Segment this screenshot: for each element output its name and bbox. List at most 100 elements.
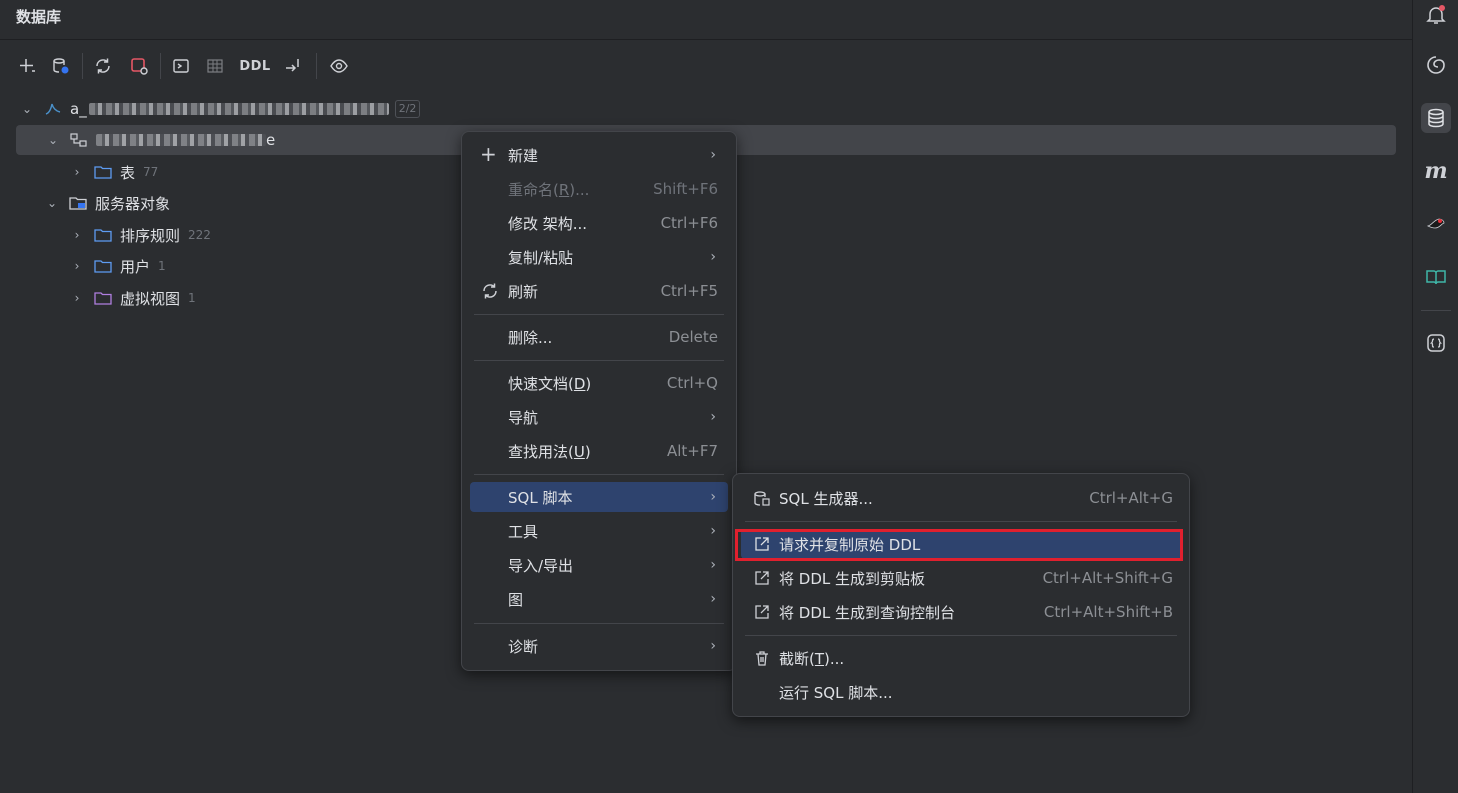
structure-icon[interactable] bbox=[1423, 330, 1449, 356]
menu-separator bbox=[474, 360, 724, 361]
disconnect-icon[interactable] bbox=[128, 55, 150, 77]
chevron-right-icon: › bbox=[710, 638, 716, 654]
menu-shortcut: Ctrl+Alt+Shift+G bbox=[1042, 569, 1173, 587]
tree-node-connection[interactable]: ⌄ a_ 2/2 bbox=[20, 94, 421, 124]
chevron-right-icon[interactable]: › bbox=[70, 228, 84, 242]
folder-icon bbox=[94, 165, 112, 179]
tree-label: 用户 bbox=[120, 257, 151, 276]
menu-item-new[interactable]: + 新建 › bbox=[470, 140, 728, 170]
context-menu: + 新建 › 重命名(R)... Shift+F6 修改 架构... Ctrl+… bbox=[461, 131, 737, 671]
external-link-icon bbox=[753, 603, 771, 625]
chevron-right-icon[interactable]: › bbox=[70, 259, 84, 273]
tree-node-tables[interactable]: › 表 77 bbox=[70, 157, 159, 187]
blurred-connection-name bbox=[88, 103, 389, 115]
menu-label: 修改 架构... bbox=[508, 214, 588, 233]
menu-item-ddl-to-clipboard[interactable]: 将 DDL 生成到剪贴板 Ctrl+Alt+Shift+G bbox=[741, 563, 1181, 593]
menu-item-diagnostics[interactable]: 诊断 › bbox=[470, 631, 728, 661]
menu-item-sql-generator[interactable]: SQL 生成器... Ctrl+Alt+G bbox=[741, 483, 1181, 513]
menu-label: 导入/导出 bbox=[508, 556, 574, 575]
connection-badge: 2/2 bbox=[394, 100, 421, 118]
menu-label: SQL 生成器... bbox=[779, 489, 873, 508]
menu-item-tools[interactable]: 工具 › bbox=[470, 516, 728, 546]
chevron-down-icon[interactable]: ⌄ bbox=[45, 196, 59, 210]
database-toolbar: DDL bbox=[0, 41, 1412, 89]
chevron-right-icon[interactable]: › bbox=[70, 165, 84, 179]
menu-item-delete[interactable]: 删除... Delete bbox=[470, 322, 728, 352]
menu-shortcut: Ctrl+Alt+Shift+B bbox=[1043, 603, 1173, 621]
menu-separator bbox=[745, 635, 1177, 636]
folder-icon bbox=[94, 228, 112, 242]
toolbar-separator bbox=[160, 53, 161, 79]
menu-label: 删除... bbox=[508, 328, 553, 347]
tree-node-users[interactable]: › 用户 1 bbox=[70, 251, 166, 281]
learn-book-icon[interactable] bbox=[1423, 264, 1449, 290]
add-icon[interactable] bbox=[16, 55, 38, 77]
maven-icon[interactable]: m bbox=[1423, 158, 1449, 184]
menu-label: 工具 bbox=[508, 522, 539, 541]
menu-label: 运行 SQL 脚本... bbox=[779, 683, 893, 702]
tree-node-virtual-views[interactable]: › 虚拟视图 1 bbox=[70, 283, 196, 313]
data-source-properties-icon[interactable] bbox=[50, 55, 72, 77]
menu-label: 诊断 bbox=[508, 637, 539, 656]
menu-item-find-usages[interactable]: 查找用法(U) Alt+F7 bbox=[470, 436, 728, 466]
tree-count: 1 bbox=[158, 259, 166, 273]
menu-label: 重命名(R)... bbox=[508, 180, 590, 199]
toolbar-separator bbox=[82, 53, 83, 79]
menu-separator bbox=[745, 521, 1177, 522]
menu-shortcut: Ctrl+F6 bbox=[660, 214, 718, 232]
notifications-icon[interactable] bbox=[1423, 2, 1449, 28]
toolbar-separator bbox=[316, 53, 317, 79]
chevron-right-icon[interactable]: › bbox=[70, 291, 84, 305]
chevron-right-icon: › bbox=[710, 523, 716, 539]
tree-label: 服务器对象 bbox=[95, 194, 171, 213]
ddl-button[interactable]: DDL bbox=[238, 55, 272, 77]
menu-label: 刷新 bbox=[508, 282, 539, 301]
menu-label: 查找用法(U) bbox=[508, 442, 591, 461]
chevron-down-icon[interactable]: ⌄ bbox=[20, 102, 34, 116]
menu-shortcut: Ctrl+Alt+G bbox=[1089, 489, 1173, 507]
menu-item-navigate[interactable]: 导航 › bbox=[470, 402, 728, 432]
chevron-right-icon: › bbox=[710, 147, 716, 163]
menu-item-quick-doc[interactable]: 快速文档(D) Ctrl+Q bbox=[470, 368, 728, 398]
database-icon[interactable] bbox=[1421, 103, 1451, 133]
plugin-bird-icon[interactable] bbox=[1423, 210, 1449, 236]
menu-label: 将 DDL 生成到剪贴板 bbox=[779, 569, 925, 588]
server-objects-folder-icon bbox=[69, 196, 87, 210]
tree-count: 222 bbox=[188, 228, 211, 242]
menu-item-ddl-to-console[interactable]: 将 DDL 生成到查询控制台 Ctrl+Alt+Shift+B bbox=[741, 597, 1181, 627]
menu-item-rename[interactable]: 重命名(R)... Shift+F6 bbox=[470, 174, 728, 204]
menu-item-sql-scripts[interactable]: SQL 脚本 › bbox=[470, 482, 728, 512]
chevron-right-icon: › bbox=[710, 409, 716, 425]
menu-separator bbox=[474, 623, 724, 624]
menu-label: 图 bbox=[508, 590, 524, 609]
menu-label: 将 DDL 生成到查询控制台 bbox=[779, 603, 955, 622]
menu-item-run-sql-script[interactable]: 运行 SQL 脚本... bbox=[741, 677, 1181, 707]
tree-node-collations[interactable]: › 排序规则 222 bbox=[70, 220, 211, 250]
refresh-icon[interactable] bbox=[92, 55, 114, 77]
external-link-icon bbox=[753, 569, 771, 591]
chevron-right-icon: › bbox=[710, 489, 716, 505]
plus-icon: + bbox=[480, 142, 497, 166]
tree-node-server-objects[interactable]: ⌄ 服务器对象 bbox=[45, 188, 170, 218]
mysql-icon bbox=[44, 102, 62, 116]
virtual-folder-icon bbox=[94, 291, 112, 305]
menu-item-import-export[interactable]: 导入/导出 › bbox=[470, 550, 728, 580]
menu-item-modify-schema[interactable]: 修改 架构... Ctrl+F6 bbox=[470, 208, 728, 238]
chevron-right-icon: › bbox=[710, 591, 716, 607]
schema-label: e bbox=[266, 131, 276, 149]
menu-item-refresh[interactable]: 刷新 Ctrl+F5 bbox=[470, 276, 728, 306]
connection-label: a_ bbox=[70, 100, 87, 118]
menu-item-copy-paste[interactable]: 复制/粘贴 › bbox=[470, 242, 728, 272]
rightbar-separator bbox=[1421, 310, 1451, 311]
menu-item-diagram[interactable]: 图 › bbox=[470, 584, 728, 614]
menu-item-truncate[interactable]: 截断(T)... bbox=[741, 643, 1181, 673]
trash-icon bbox=[753, 649, 771, 671]
schema-icon bbox=[70, 133, 88, 147]
table-icon[interactable] bbox=[204, 55, 226, 77]
jump-icon[interactable] bbox=[282, 55, 304, 77]
console-icon[interactable] bbox=[170, 55, 192, 77]
ai-assistant-icon[interactable] bbox=[1423, 52, 1449, 78]
view-options-icon[interactable] bbox=[326, 55, 352, 77]
chevron-right-icon: › bbox=[710, 249, 716, 265]
chevron-down-icon[interactable]: ⌄ bbox=[46, 133, 60, 147]
